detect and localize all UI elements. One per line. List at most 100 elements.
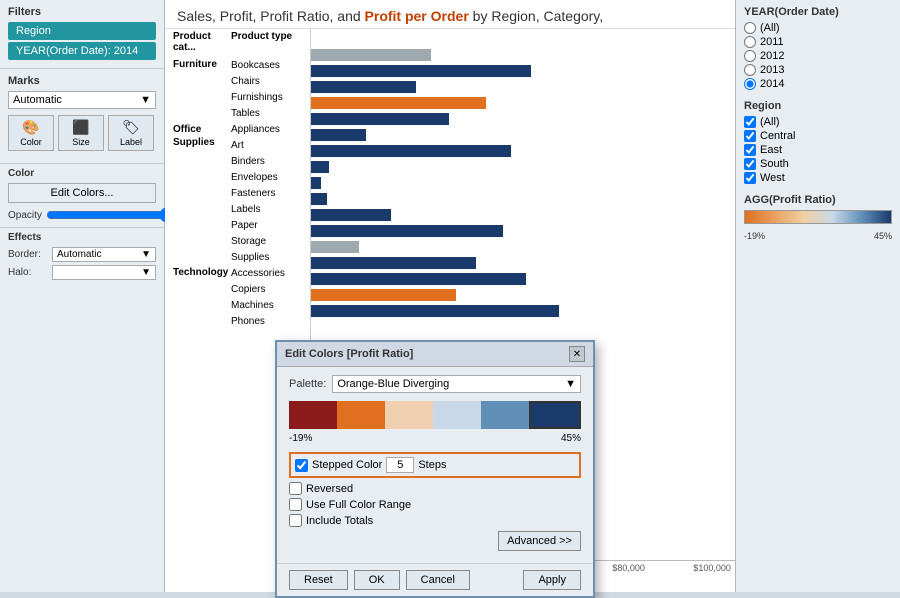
list-item: Chairs [231,73,283,89]
region-west-checkbox[interactable] [744,172,756,184]
region-east-item: East [744,144,892,156]
bar [311,113,449,125]
steps-label: Steps [418,459,446,471]
left-panel: Filters Region YEAR(Order Date): 2014 Ma… [0,0,165,592]
palette-chevron-icon: ▼ [565,378,576,390]
effects-title: Effects [8,232,156,243]
chart-title: Sales, Profit, Profit Ratio, and Profit … [165,0,735,29]
bar [311,209,391,221]
list-item: Furnishings [231,89,283,105]
swatch-4[interactable] [433,401,481,429]
list-item: Tables [231,105,283,121]
stepped-color-checkbox[interactable] [295,459,308,472]
list-item: Phones [231,313,285,329]
category-furniture: Furniture Bookcases Chairs Furnishings T… [173,57,310,121]
full-color-range-checkbox[interactable] [289,498,302,511]
swatch-1[interactable] [289,401,337,429]
effects-section: Effects Border: Automatic ▼ Halo: ▼ [0,227,164,287]
border-dropdown[interactable]: Automatic ▼ [52,247,156,262]
dialog-close-button[interactable]: ✕ [569,346,585,362]
edit-colors-button[interactable]: Edit Colors... [8,183,156,203]
region-all-label: (All) [760,116,780,128]
bar-row [311,239,735,255]
color-legend-max: 45% [874,231,892,241]
stepped-color-label: Stepped Color [312,459,382,471]
bar-row [311,79,735,95]
region-filter-group: Region (All) Central East South West [744,100,892,184]
bar-row [311,159,735,175]
bar [311,49,431,61]
header-spacer [311,29,735,47]
include-totals-label: Include Totals [306,515,373,527]
ok-button[interactable]: OK [354,570,400,590]
marks-section: Marks Automatic ▼ 🎨 Color ⬛ Size 🏷 Label [0,68,164,163]
bar [311,97,486,109]
category-office: OfficeSupplies Appliances Art Binders En… [173,121,310,265]
swatch-6[interactable] [529,401,581,429]
x-label-80k: $80,000 [612,563,645,573]
region-west-item: West [744,172,892,184]
full-color-range-label: Use Full Color Range [306,499,411,511]
color-range-max: 45% [561,433,581,444]
list-item: Storage [231,233,280,249]
year-2014-radio[interactable] [744,78,756,90]
office-products: Appliances Art Binders Envelopes Fastene… [231,121,280,265]
region-south-checkbox[interactable] [744,158,756,170]
list-item: Copiers [231,281,285,297]
bar [311,177,321,189]
year-2011-radio[interactable] [744,36,756,48]
advanced-row: Advanced >> [289,531,581,551]
year-2013-radio[interactable] [744,64,756,76]
region-central-checkbox[interactable] [744,130,756,142]
technology-label: Technology [173,265,231,278]
halo-label: Halo: [8,267,46,278]
advanced-button[interactable]: Advanced >> [498,531,581,551]
label-mark-btn[interactable]: 🏷 Label [108,115,154,151]
border-value: Automatic [57,249,101,260]
swatch-5[interactable] [481,401,529,429]
apply-button[interactable]: Apply [523,570,581,590]
bar-row [311,207,735,223]
color-section: Color Edit Colors... Opacity 100% [0,163,164,227]
color-swatch-bar [289,401,581,429]
col-header-category: Product cat... [173,31,231,53]
list-item: Bookcases [231,57,283,73]
region-all-checkbox[interactable] [744,116,756,128]
include-totals-checkbox[interactable] [289,514,302,527]
size-mark-btn[interactable]: ⬛ Size [58,115,104,151]
bar [311,225,503,237]
category-technology: Technology Accessories Copiers Machines … [173,265,310,329]
opacity-slider[interactable] [46,207,175,223]
filter-year[interactable]: YEAR(Order Date): 2014 [8,42,156,60]
region-central-label: Central [760,130,795,142]
year-2011-option: 2011 [744,36,892,48]
color-mark-btn[interactable]: 🎨 Color [8,115,54,151]
chevron-down-icon: ▼ [140,94,151,106]
list-item: Labels [231,201,280,217]
color-range-min: -19% [289,433,312,444]
bar-row [311,223,735,239]
year-2012-radio[interactable] [744,50,756,62]
steps-input[interactable] [386,457,414,473]
halo-dropdown[interactable]: ▼ [52,265,156,280]
color-bar [744,210,892,224]
swatch-3[interactable] [385,401,433,429]
reversed-checkbox[interactable] [289,482,302,495]
year-all-radio[interactable] [744,22,756,34]
marks-dropdown[interactable]: Automatic ▼ [8,91,156,109]
year-filter-group: YEAR(Order Date) (All) 2011 2012 2013 20… [744,6,892,90]
stepped-color-row: Stepped Color Steps [289,452,581,478]
filter-region[interactable]: Region [8,22,156,40]
region-east-checkbox[interactable] [744,144,756,156]
bar [311,81,416,93]
bar [311,241,359,253]
reset-button[interactable]: Reset [289,570,348,590]
cancel-button[interactable]: Cancel [406,570,470,590]
palette-label: Palette: [289,378,326,390]
swatch-2[interactable] [337,401,385,429]
marks-dropdown-value: Automatic [13,94,62,106]
palette-dropdown[interactable]: Orange-Blue Diverging ▼ [332,375,581,393]
furniture-label: Furniture [173,57,231,70]
bar [311,129,366,141]
list-item: Appliances [231,121,280,137]
